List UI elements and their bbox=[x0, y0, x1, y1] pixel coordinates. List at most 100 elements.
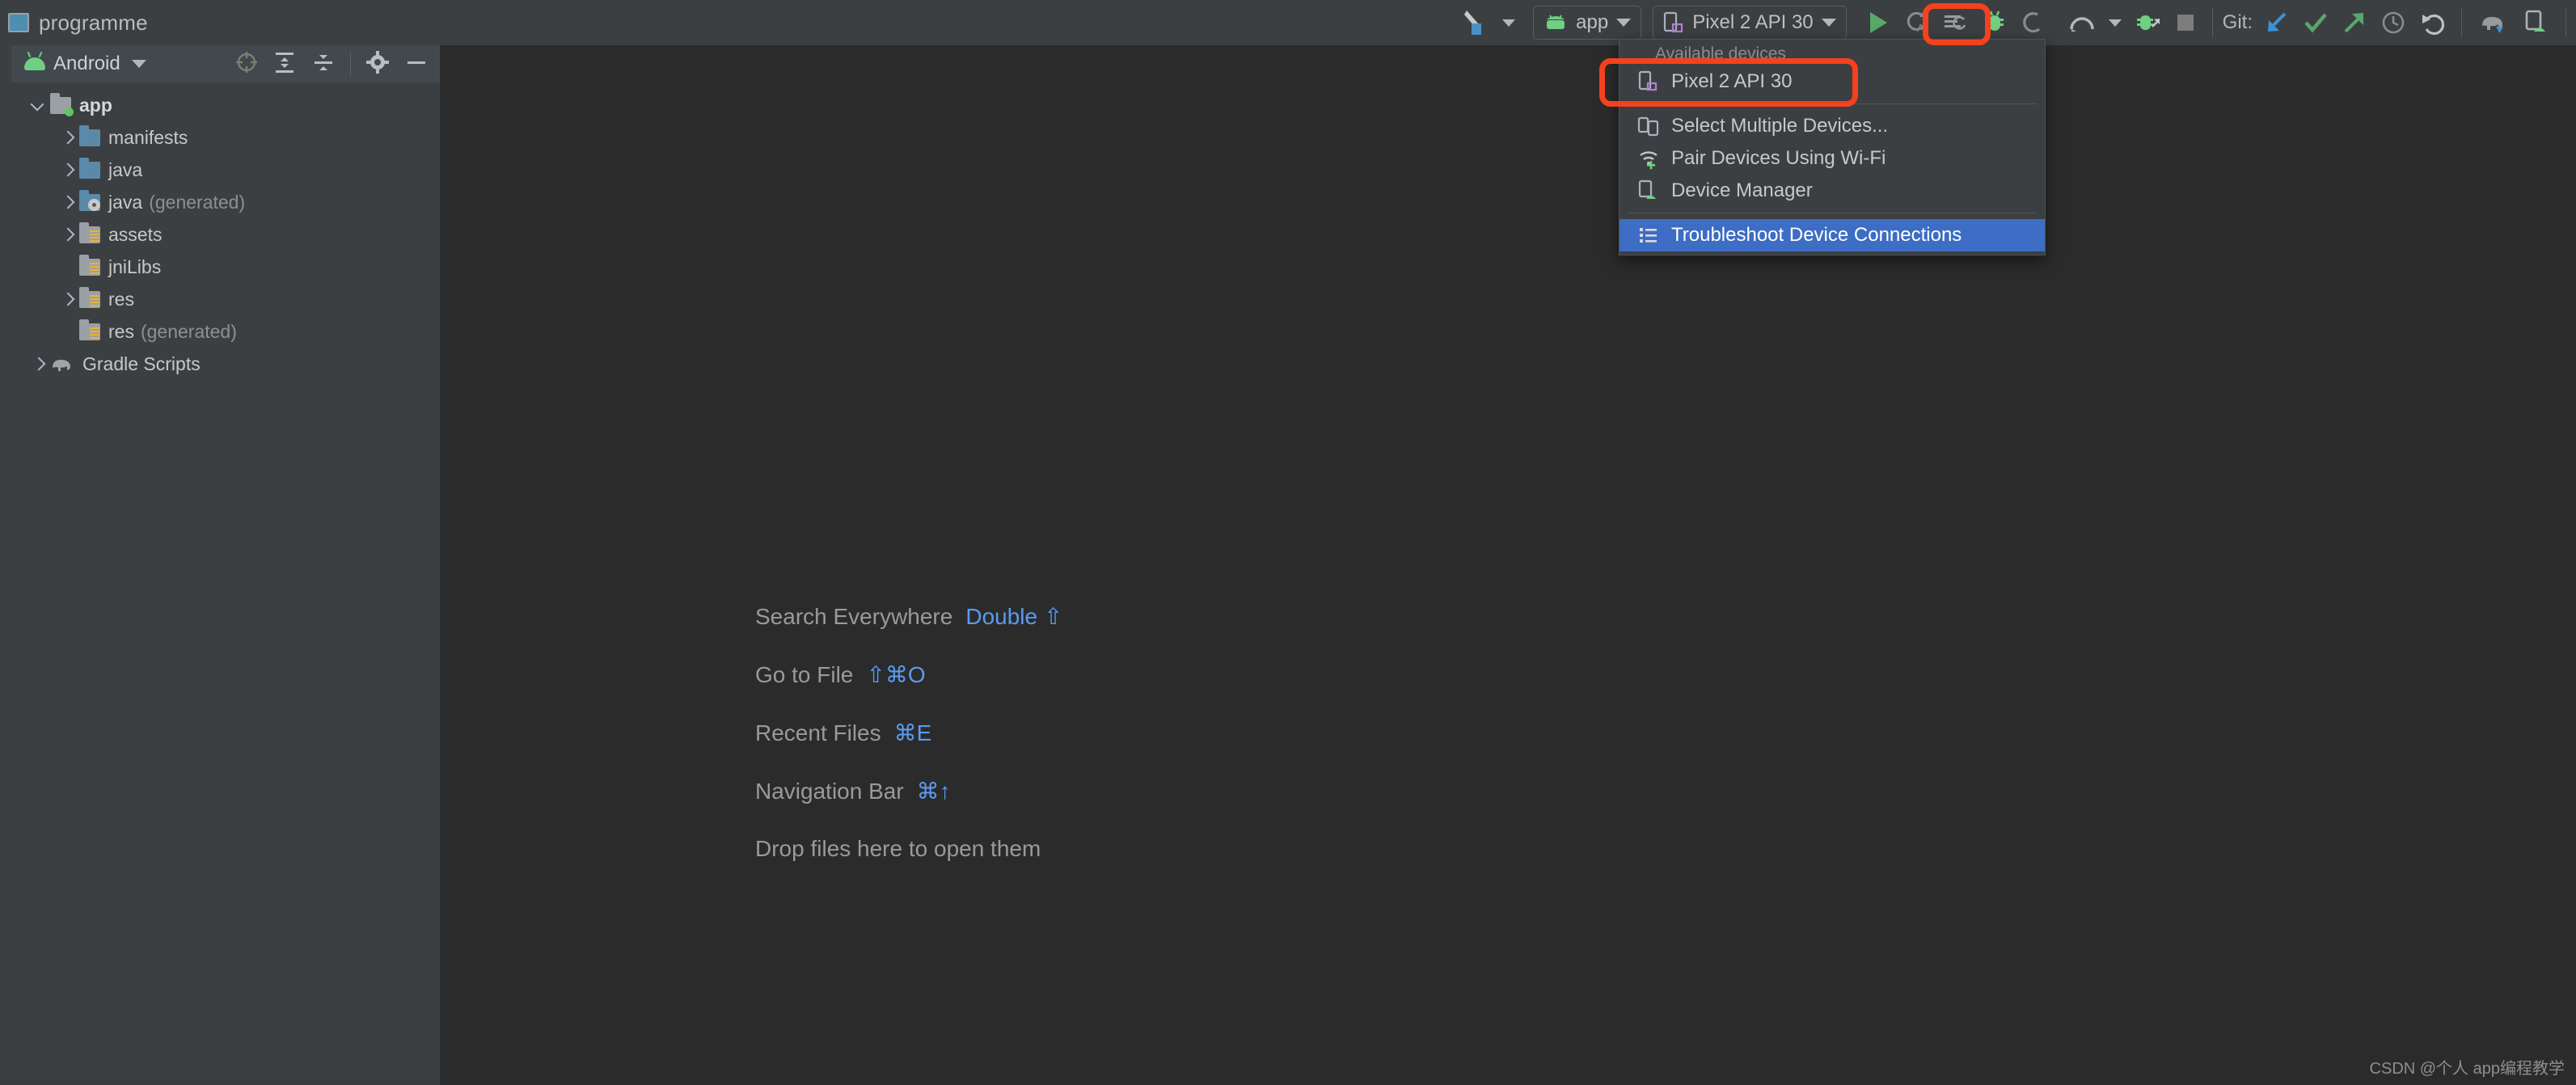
toolbar-divider bbox=[2461, 8, 2462, 37]
tree-row-java[interactable]: java bbox=[11, 154, 440, 186]
check-icon bbox=[2304, 13, 2327, 33]
chevron-right-icon[interactable] bbox=[58, 226, 76, 243]
chevron-right-icon[interactable] bbox=[58, 193, 76, 211]
blue-folder-icon bbox=[79, 157, 100, 179]
hint-label: Search Everywhere bbox=[755, 604, 953, 629]
hint-search-everywhere: Search Everywhere Double ⇧ bbox=[755, 603, 1483, 661]
tree-label: jniLibs bbox=[108, 255, 162, 277]
commit-button[interactable] bbox=[2296, 5, 2335, 40]
grey-folder-icon bbox=[79, 222, 100, 243]
debug-button[interactable] bbox=[1974, 5, 2015, 40]
build-dropdown-caret[interactable] bbox=[1496, 5, 1522, 40]
menu-item-troubleshoot-device-connections[interactable]: Troubleshoot Device Connections bbox=[1620, 219, 2045, 251]
hint-label: Navigation Bar bbox=[755, 779, 904, 804]
stop-button[interactable] bbox=[2168, 5, 2202, 40]
chevron-down-icon bbox=[1821, 19, 1836, 27]
run-configuration-label: app bbox=[1576, 11, 1609, 33]
expand-all-icon[interactable] bbox=[272, 50, 297, 78]
minimize-icon[interactable] bbox=[404, 50, 429, 78]
attach-debugger-button[interactable] bbox=[2128, 5, 2168, 40]
tree-label-suffix: (generated) bbox=[149, 191, 246, 213]
collapse-all-icon[interactable] bbox=[311, 50, 336, 78]
arrow-up-right-icon bbox=[2344, 13, 2363, 33]
apply-code-changes-icon bbox=[1944, 15, 1966, 30]
menu-item-label: Pixel 2 API 30 bbox=[1671, 70, 1793, 92]
history-button[interactable] bbox=[2374, 5, 2413, 40]
git-label: Git: bbox=[2222, 11, 2253, 33]
drop-files-label: Drop files here to open them bbox=[755, 836, 1041, 861]
chevron-down-icon[interactable] bbox=[131, 60, 146, 68]
tree-row-jnilibs[interactable]: jniLibs bbox=[11, 251, 440, 283]
grey-folder-icon bbox=[79, 254, 100, 276]
profiler-icon bbox=[2069, 17, 2094, 32]
crosshair-icon[interactable] bbox=[235, 51, 258, 78]
project-tool-window: Android app manifests java java (generat… bbox=[11, 45, 440, 1085]
device-selector-label: Pixel 2 API 30 bbox=[1692, 11, 1814, 33]
hint-label: Go to File bbox=[755, 662, 854, 687]
blue-folder-icon bbox=[79, 125, 100, 146]
chevron-right-icon[interactable] bbox=[58, 290, 76, 308]
menu-item-pixel-2-api-30[interactable]: Pixel 2 API 30 bbox=[1620, 65, 2045, 98]
profile-button[interactable] bbox=[2062, 5, 2102, 40]
tree-label: res bbox=[108, 320, 134, 342]
editor-shortcut-hints: Search Everywhere Double ⇧ Go to File ⇧⌘… bbox=[755, 603, 1483, 894]
push-button[interactable] bbox=[2335, 5, 2374, 40]
tree-label: assets bbox=[108, 223, 163, 245]
tree-label: res bbox=[108, 288, 134, 310]
android-studio-window: programme app Pixel 2 API 30 A Git: Andr… bbox=[0, 0, 2576, 1085]
apply-code-changes-button[interactable] bbox=[1936, 5, 1974, 40]
bug-icon bbox=[1985, 11, 2004, 31]
gradle-sync-button[interactable] bbox=[2472, 5, 2517, 40]
panel-header-divider bbox=[350, 52, 351, 76]
editor-empty-area: Search Everywhere Double ⇧ Go to File ⇧⌘… bbox=[440, 45, 2576, 1085]
chevron-right-icon[interactable] bbox=[58, 129, 76, 146]
tree-row-java-generated[interactable]: java (generated) bbox=[11, 186, 440, 218]
device-selector[interactable]: Pixel 2 API 30 bbox=[1653, 6, 1847, 40]
project-square-icon bbox=[8, 13, 29, 32]
chevron-right-icon[interactable] bbox=[58, 161, 76, 179]
menu-item-pair-devices-wifi[interactable]: Pair Devices Using Wi-Fi bbox=[1620, 142, 2045, 175]
arrow-down-left-icon bbox=[2268, 12, 2287, 32]
tree-row-assets[interactable]: assets bbox=[11, 218, 440, 251]
hint-shortcut: ⇧⌘O bbox=[866, 662, 926, 687]
grey-folder-icon bbox=[79, 286, 100, 308]
gear-icon[interactable] bbox=[365, 50, 390, 78]
update-project-button[interactable] bbox=[2257, 5, 2296, 40]
elephant-icon bbox=[50, 355, 74, 373]
main-toolbar: programme app Pixel 2 API 30 A Git: bbox=[0, 0, 2576, 45]
profile-dropdown-caret[interactable] bbox=[2102, 5, 2128, 40]
hint-shortcut: ⌘E bbox=[893, 720, 932, 745]
tree-row-res[interactable]: res bbox=[11, 283, 440, 315]
avd-manager-button[interactable] bbox=[2517, 5, 2556, 40]
menu-item-select-multiple-devices[interactable]: Select Multiple Devices... bbox=[1620, 110, 2045, 142]
chevron-down-icon[interactable] bbox=[29, 96, 47, 114]
tree-row-app[interactable]: app bbox=[11, 89, 440, 121]
tree-row-gradle-scripts[interactable]: Gradle Scripts bbox=[11, 348, 440, 380]
menu-item-device-manager[interactable]: Device Manager bbox=[1620, 175, 2045, 207]
menu-caption-available-devices: Available devices bbox=[1655, 44, 1786, 63]
run-configuration-selector[interactable]: app bbox=[1533, 6, 1642, 40]
device-android-icon bbox=[1637, 179, 1660, 203]
apply-changes-button[interactable]: A bbox=[1897, 5, 1936, 40]
play-icon bbox=[1869, 12, 1887, 33]
project-panel-header: Android bbox=[11, 45, 440, 82]
apply-changes-icon: A bbox=[1907, 11, 1926, 34]
device-android-icon bbox=[2525, 10, 2545, 32]
tree-label: java bbox=[108, 191, 143, 213]
android-head-icon bbox=[1547, 15, 1565, 29]
tree-row-manifests[interactable]: manifests bbox=[11, 121, 440, 154]
rollback-button[interactable] bbox=[2413, 5, 2451, 40]
hint-recent-files: Recent Files ⌘E bbox=[755, 720, 1483, 778]
left-tool-window-strip[interactable] bbox=[0, 45, 11, 1085]
chevron-right-icon[interactable] bbox=[29, 355, 47, 373]
tree-label: app bbox=[79, 94, 112, 116]
menu-separator bbox=[1628, 103, 2037, 104]
multiple-devices-icon bbox=[1637, 115, 1660, 137]
stop-square-icon bbox=[2177, 15, 2194, 31]
tree-row-res-generated[interactable]: res (generated) bbox=[11, 315, 440, 348]
build-button[interactable] bbox=[1455, 5, 1496, 40]
tree-label: Gradle Scripts bbox=[82, 353, 201, 374]
run-button[interactable] bbox=[1860, 5, 1897, 40]
device-phone-icon bbox=[1637, 70, 1660, 94]
run-with-coverage-button[interactable] bbox=[2015, 5, 2052, 40]
